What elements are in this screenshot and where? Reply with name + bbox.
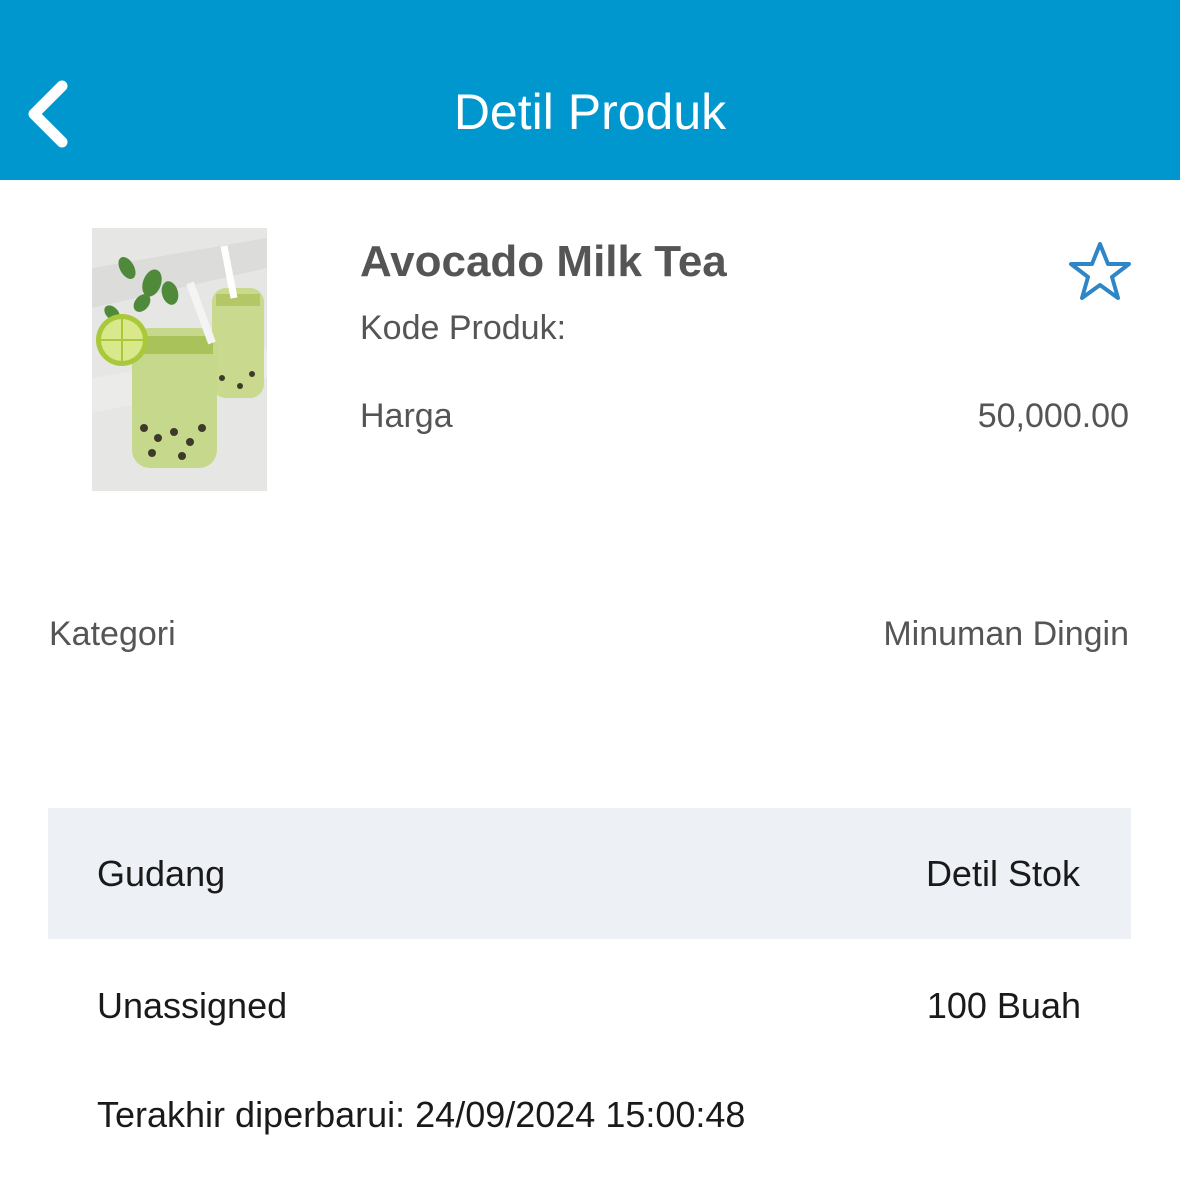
table-row-quantity: 100 Buah xyxy=(926,985,1081,1026)
category-label: Kategori xyxy=(49,615,176,653)
product-image xyxy=(92,228,267,491)
app-header: Detil Produk xyxy=(0,0,1180,180)
last-updated-text: Terakhir diperbarui: 24/09/2024 15:00:48 xyxy=(97,1094,746,1135)
price-label: Harga xyxy=(360,397,453,435)
stock-detail-column-header: Detil Stok xyxy=(925,853,1080,894)
product-name: Avocado Milk Tea xyxy=(360,237,727,286)
stock-table-header: Gudang Detil Stok xyxy=(48,808,1131,939)
category-value: Minuman Dingin xyxy=(883,615,1129,653)
price-value: 50,000.00 xyxy=(977,397,1129,435)
star-outline-icon xyxy=(1069,242,1131,300)
page-title: Detil Produk xyxy=(453,84,727,140)
warehouse-column-header: Gudang xyxy=(97,853,226,894)
table-row-warehouse: Unassigned xyxy=(97,985,288,1026)
favorite-button[interactable] xyxy=(1068,240,1132,304)
product-code-label: Kode Produk: xyxy=(360,309,567,347)
